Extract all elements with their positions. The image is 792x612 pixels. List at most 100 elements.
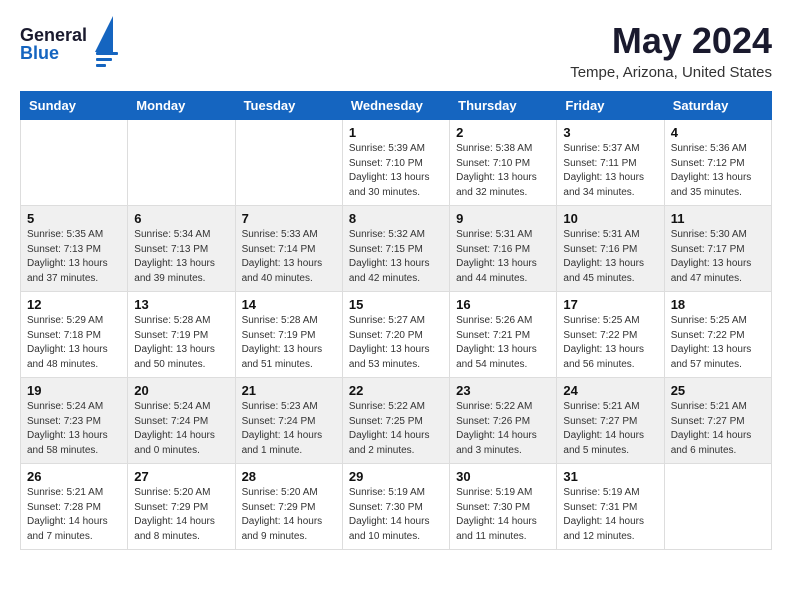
calendar-table: SundayMondayTuesdayWednesdayThursdayFrid… [20, 91, 772, 550]
calendar-day-2: 2 Sunrise: 5:38 AM Sunset: 7:10 PM Daylig… [450, 120, 557, 206]
calendar-day-21: 21 Sunrise: 5:23 AM Sunset: 7:24 PM Dayli… [235, 378, 342, 464]
page-header: General Blue May 2024 Tempe, Arizona, Un… [20, 20, 772, 81]
weekday-header-thursday: Thursday [450, 92, 557, 120]
day-number: 30 [456, 469, 550, 484]
day-info: Sunrise: 5:22 AM Sunset: 7:25 PM Dayligh… [349, 400, 443, 458]
day-number: 8 [349, 211, 443, 226]
calendar-week-row: 19 Sunrise: 5:24 AM Sunset: 7:23 PM Dayli… [21, 378, 772, 464]
calendar-day-20: 20Sunrise: 5:24 AM Sunset: 7:24 PM Dayli… [128, 378, 235, 464]
calendar-day-19: 19 Sunrise: 5:24 AM Sunset: 7:23 PM Dayli… [21, 378, 128, 464]
day-info: Sunrise: 5:29 AM Sunset: 7:18 PM Dayligh… [27, 314, 121, 372]
day-number: 6 [134, 211, 228, 226]
day-info: Sunrise: 5:32 AM Sunset: 7:15 PM Dayligh… [349, 228, 443, 286]
day-info: Sunrise: 5:37 AM Sunset: 7:11 PM Dayligh… [563, 142, 657, 200]
calendar-day-17: 17 Sunrise: 5:25 AM Sunset: 7:22 PM Dayli… [557, 292, 664, 378]
day-number: 19 [27, 383, 121, 398]
weekday-header-tuesday: Tuesday [235, 92, 342, 120]
day-info: Sunrise: 5:25 AM Sunset: 7:22 PM Dayligh… [671, 314, 765, 372]
calendar-day-15: 15 Sunrise: 5:27 AM Sunset: 7:20 PM Dayli… [342, 292, 449, 378]
day-info: Sunrise: 5:25 AM Sunset: 7:22 PM Dayligh… [563, 314, 657, 372]
day-number: 24 [563, 383, 657, 398]
calendar-day-29: 29Sunrise: 5:19 AM Sunset: 7:30 PM Dayli… [342, 464, 449, 550]
day-number: 28 [242, 469, 336, 484]
day-number: 1 [349, 125, 443, 140]
day-info: Sunrise: 5:22 AM Sunset: 7:26 PM Dayligh… [456, 400, 550, 458]
weekday-header-wednesday: Wednesday [342, 92, 449, 120]
day-info: Sunrise: 5:27 AM Sunset: 7:20 PM Dayligh… [349, 314, 443, 372]
day-number: 10 [563, 211, 657, 226]
day-number: 26 [27, 469, 121, 484]
day-info: Sunrise: 5:35 AM Sunset: 7:13 PM Dayligh… [27, 228, 121, 286]
calendar-day-23: 23 Sunrise: 5:22 AM Sunset: 7:26 PM Dayli… [450, 378, 557, 464]
day-info: Sunrise: 5:28 AM Sunset: 7:19 PM Dayligh… [242, 314, 336, 372]
day-number: 15 [349, 297, 443, 312]
day-info: Sunrise: 5:36 AM Sunset: 7:12 PM Dayligh… [671, 142, 765, 200]
calendar-day-24: 24Sunrise: 5:21 AM Sunset: 7:27 PM Dayli… [557, 378, 664, 464]
day-number: 25 [671, 383, 765, 398]
calendar-day-8: 8 Sunrise: 5:32 AM Sunset: 7:15 PM Daylig… [342, 206, 449, 292]
page-subtitle: Tempe, Arizona, United States [570, 64, 772, 81]
day-number: 21 [242, 383, 336, 398]
day-info: Sunrise: 5:33 AM Sunset: 7:14 PM Dayligh… [242, 228, 336, 286]
logo-bar-2 [96, 58, 112, 61]
day-info: Sunrise: 5:19 AM Sunset: 7:30 PM Dayligh… [456, 486, 550, 544]
day-info: Sunrise: 5:20 AM Sunset: 7:29 PM Dayligh… [134, 486, 228, 544]
calendar-day-6: 6 Sunrise: 5:34 AM Sunset: 7:13 PM Daylig… [128, 206, 235, 292]
day-number: 3 [563, 125, 657, 140]
calendar-day-10: 10Sunrise: 5:31 AM Sunset: 7:16 PM Dayli… [557, 206, 664, 292]
day-number: 2 [456, 125, 550, 140]
day-info: Sunrise: 5:24 AM Sunset: 7:23 PM Dayligh… [27, 400, 121, 458]
day-number: 17 [563, 297, 657, 312]
calendar-day-16: 16Sunrise: 5:26 AM Sunset: 7:21 PM Dayli… [450, 292, 557, 378]
logo-bars-icon [96, 52, 118, 67]
day-info: Sunrise: 5:31 AM Sunset: 7:16 PM Dayligh… [456, 228, 550, 286]
day-number: 20 [134, 383, 228, 398]
day-info: Sunrise: 5:39 AM Sunset: 7:10 PM Dayligh… [349, 142, 443, 200]
day-number: 7 [242, 211, 336, 226]
calendar-day-18: 18 Sunrise: 5:25 AM Sunset: 7:22 PM Dayli… [664, 292, 771, 378]
day-number: 27 [134, 469, 228, 484]
day-number: 18 [671, 297, 765, 312]
day-number: 4 [671, 125, 765, 140]
calendar-day-4: 4 Sunrise: 5:36 AM Sunset: 7:12 PM Daylig… [664, 120, 771, 206]
calendar-header-row: SundayMondayTuesdayWednesdayThursdayFrid… [21, 92, 772, 120]
day-number: 11 [671, 211, 765, 226]
calendar-day-27: 27 Sunrise: 5:20 AM Sunset: 7:29 PM Dayli… [128, 464, 235, 550]
day-number: 5 [27, 211, 121, 226]
calendar-day-26: 26Sunrise: 5:21 AM Sunset: 7:28 PM Dayli… [21, 464, 128, 550]
logo-blue: Blue [20, 44, 87, 62]
calendar-day-1: 1 Sunrise: 5:39 AM Sunset: 7:10 PM Daylig… [342, 120, 449, 206]
weekday-header-sunday: Sunday [21, 92, 128, 120]
day-info: Sunrise: 5:38 AM Sunset: 7:10 PM Dayligh… [456, 142, 550, 200]
calendar-day-25: 25 Sunrise: 5:21 AM Sunset: 7:27 PM Dayli… [664, 378, 771, 464]
calendar-day-3: 3 Sunrise: 5:37 AM Sunset: 7:11 PM Daylig… [557, 120, 664, 206]
page-title: May 2024 [570, 20, 772, 62]
calendar-week-row: 26Sunrise: 5:21 AM Sunset: 7:28 PM Dayli… [21, 464, 772, 550]
calendar-empty-cell [128, 120, 235, 206]
calendar-empty-cell [664, 464, 771, 550]
weekday-header-saturday: Saturday [664, 92, 771, 120]
calendar-day-13: 13Sunrise: 5:28 AM Sunset: 7:19 PM Dayli… [128, 292, 235, 378]
calendar-day-30: 30 Sunrise: 5:19 AM Sunset: 7:30 PM Dayli… [450, 464, 557, 550]
day-number: 13 [134, 297, 228, 312]
logo-general: General [20, 26, 87, 44]
day-info: Sunrise: 5:34 AM Sunset: 7:13 PM Dayligh… [134, 228, 228, 286]
day-info: Sunrise: 5:21 AM Sunset: 7:27 PM Dayligh… [671, 400, 765, 458]
calendar-week-row: 12Sunrise: 5:29 AM Sunset: 7:18 PM Dayli… [21, 292, 772, 378]
day-info: Sunrise: 5:23 AM Sunset: 7:24 PM Dayligh… [242, 400, 336, 458]
calendar-week-row: 1 Sunrise: 5:39 AM Sunset: 7:10 PM Daylig… [21, 120, 772, 206]
day-number: 9 [456, 211, 550, 226]
day-number: 16 [456, 297, 550, 312]
logo-bar-1 [96, 52, 118, 55]
calendar-day-12: 12Sunrise: 5:29 AM Sunset: 7:18 PM Dayli… [21, 292, 128, 378]
day-number: 23 [456, 383, 550, 398]
calendar-empty-cell [21, 120, 128, 206]
calendar-empty-cell [235, 120, 342, 206]
calendar-week-row: 5 Sunrise: 5:35 AM Sunset: 7:13 PM Daylig… [21, 206, 772, 292]
logo-bar-3 [96, 64, 106, 67]
calendar-day-11: 11Sunrise: 5:30 AM Sunset: 7:17 PM Dayli… [664, 206, 771, 292]
day-info: Sunrise: 5:20 AM Sunset: 7:29 PM Dayligh… [242, 486, 336, 544]
day-info: Sunrise: 5:19 AM Sunset: 7:30 PM Dayligh… [349, 486, 443, 544]
logo-decoration [93, 20, 118, 67]
logo-text: General Blue [20, 26, 87, 62]
